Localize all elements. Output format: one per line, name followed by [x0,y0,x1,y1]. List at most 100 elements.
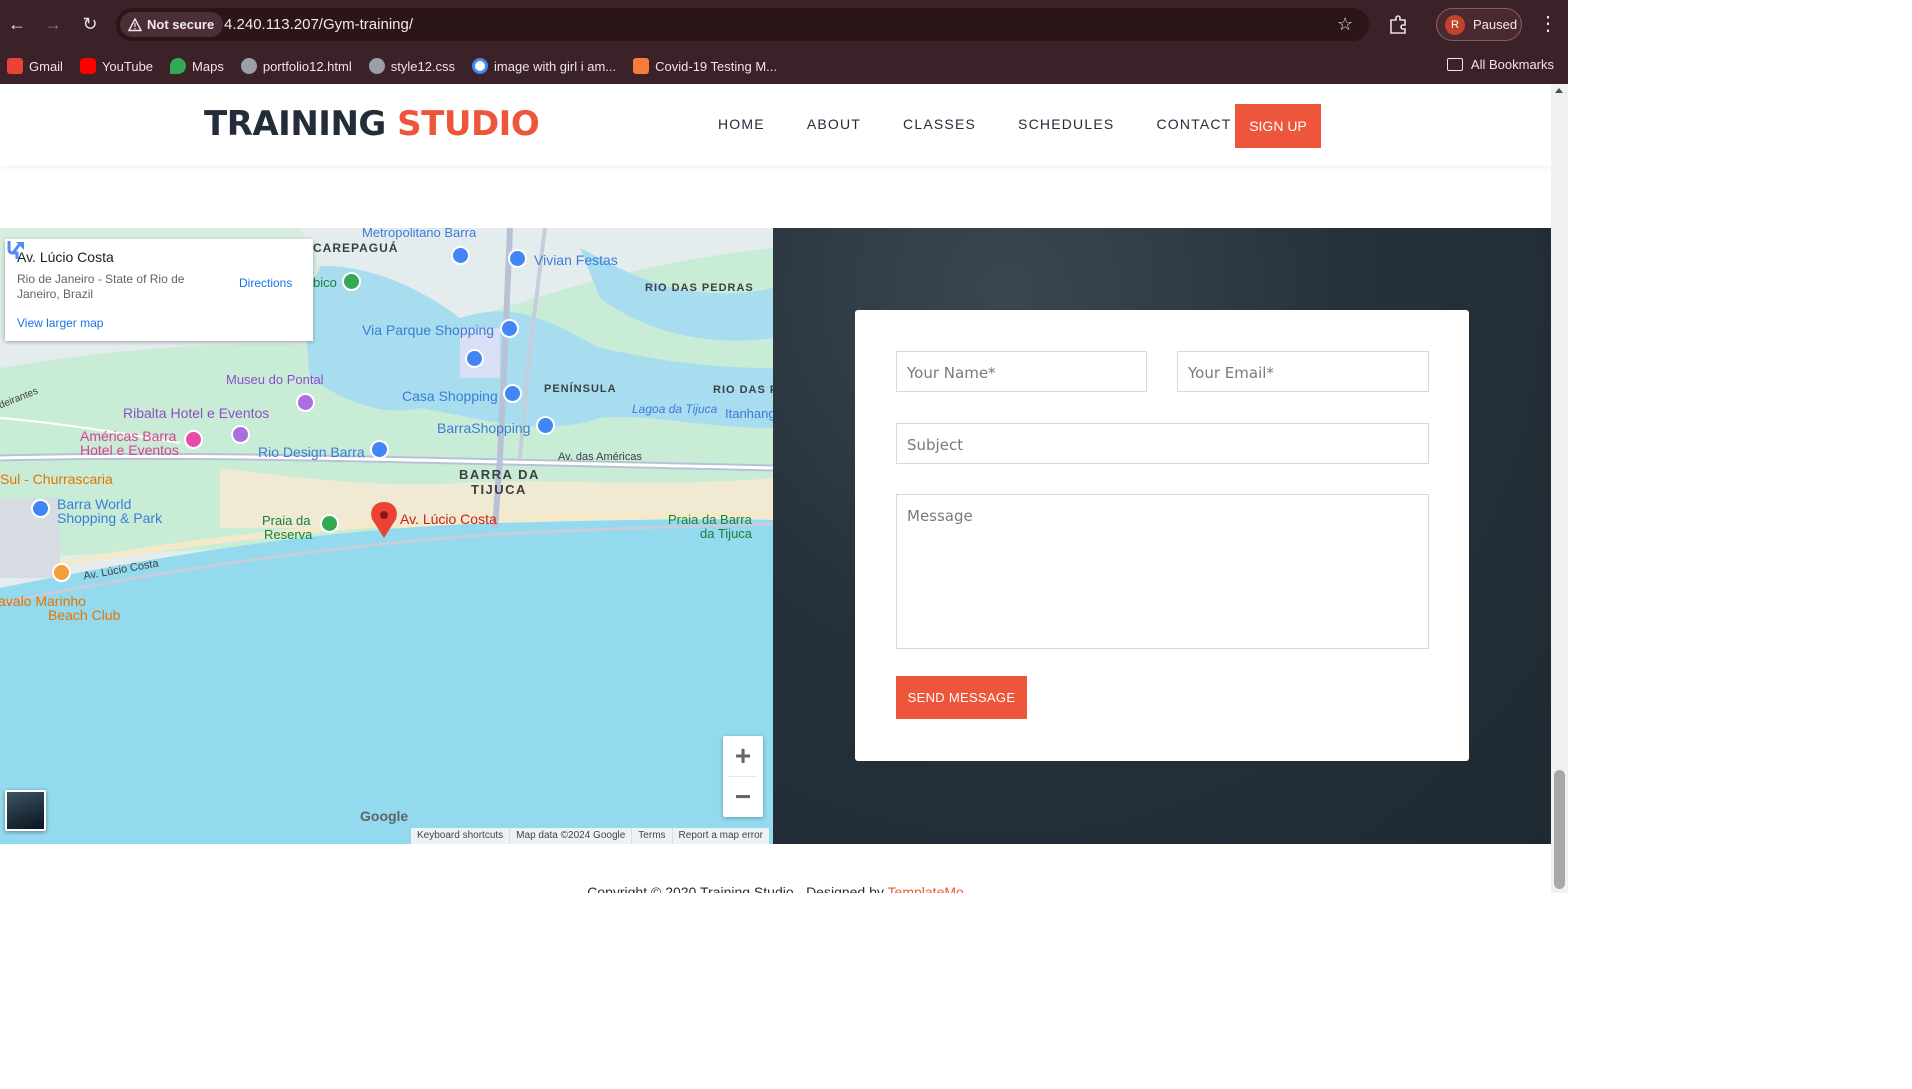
map-label-casa-shopping: Casa Shopping [402,388,498,404]
poi-shopping-icon[interactable] [451,246,470,265]
name-field[interactable]: Your Name* [896,351,1147,392]
terms-link[interactable]: Terms [631,828,671,844]
google-icon [472,58,489,74]
zoom-in-button[interactable]: + [723,736,763,776]
poi-hotel-icon[interactable] [184,430,203,449]
map-attribution: Keyboard shortcuts Map data ©2024 Google… [411,828,770,844]
security-label: Not secure [147,17,215,32]
map-label-praia-barra-1: Praia da Barra [668,512,752,527]
poi-venue-icon[interactable] [231,425,250,444]
page-scrollbar[interactable] [1551,84,1568,893]
poi-restaurant-icon[interactable] [52,563,71,582]
site-logo[interactable]: TRAINING STUDIO [204,104,540,144]
bookmark-style[interactable]: style12.css [368,58,456,74]
nav-about[interactable]: ABOUT [807,116,861,132]
maps-icon [170,58,187,74]
map-zoom-controls: + − [723,736,763,817]
bookmark-label: portfolio12.html [262,58,352,74]
map-label-praia-reserva-2: Reserva [264,527,313,542]
contact-form: Your Name* Your Email* Subject Message S… [855,310,1469,761]
poi-shopping-icon[interactable] [508,249,527,268]
poi-shopping-icon[interactable] [500,319,519,338]
site-header: TRAINING STUDIO HOME ABOUT CLASSES SCHED… [0,84,1551,166]
map-label-itanhang: Itanhang [725,406,773,421]
view-larger-map-link[interactable]: View larger map [17,316,103,330]
folder-icon [1446,58,1463,71]
directions-icon[interactable] [5,239,27,261]
copyright-text: Copyright © 2020 Training Studio - Desig… [587,884,884,893]
google-logo: Google [360,808,409,824]
nav-classes[interactable]: CLASSES [903,116,976,132]
map-label-bico: bico [313,275,337,290]
directions-link[interactable]: Directions [239,276,292,290]
url-text[interactable]: 4.240.113.207/Gym-training/ [224,8,413,41]
bookmark-youtube[interactable]: YouTube [79,58,154,74]
templatemo-link[interactable]: TemplateMo [888,884,964,893]
gmail-icon [7,58,23,74]
bookmark-maps[interactable]: Maps [170,58,224,74]
bookmark-star-icon[interactable]: ☆ [1337,15,1355,33]
bookmark-label: image with girl i am... [494,58,617,74]
browser-menu-icon[interactable]: ⋮ [1538,12,1558,36]
subject-field[interactable]: Subject [896,423,1429,464]
bookmark-portfolio[interactable]: portfolio12.html [240,58,352,74]
scroll-up-arrow-icon[interactable] [1555,88,1563,93]
email-field[interactable]: Your Email* [1177,351,1429,392]
bookmark-gmail[interactable]: Gmail [7,58,63,74]
bookmark-label: style12.css [390,58,456,74]
bookmark-label: YouTube [101,58,154,74]
main-nav: HOME ABOUT CLASSES SCHEDULES CONTACT [718,116,1231,132]
bookmark-label: Maps [192,58,224,74]
reload-icon[interactable]: ↻ [78,12,102,36]
report-error-link[interactable]: Report a map error [671,828,769,844]
logo-main: TRAINING [204,104,386,144]
map-label-barra-2: TIJUCA [471,482,527,497]
signup-button[interactable]: SIGN UP [1235,104,1321,148]
map-label-barra-1: BARRA DA [459,467,540,482]
send-message-button[interactable]: SEND MESSAGE [896,676,1027,719]
covid-icon [633,58,650,74]
avatar: R [1445,14,1465,35]
poi-beach-icon[interactable] [320,514,339,533]
nav-schedules[interactable]: SCHEDULES [1018,116,1114,132]
keyboard-shortcuts-link[interactable]: Keyboard shortcuts [411,828,509,844]
zoom-out-button[interactable]: − [723,777,763,817]
bookmark-image[interactable]: image with girl i am... [472,58,616,74]
map-label-metropolitano: Metropolitano Barra [362,228,477,240]
extensions-icon[interactable] [1387,13,1409,35]
scrollbar-thumb[interactable] [1554,770,1565,889]
map-data-label: Map data ©2024 Google [509,828,631,844]
poi-park-icon[interactable] [342,272,361,291]
satellite-layer-toggle[interactable] [5,790,46,831]
map-label-praia-barra-2: da Tijuca [700,526,753,541]
poi-airport-icon[interactable] [465,349,484,368]
map-label-pin-title: Av. Lúcio Costa [400,511,497,527]
browser-toolbar: ← → ↻ Not secure 4.240.113.207/Gym-train… [0,0,1568,48]
poi-shopping-icon[interactable] [31,499,50,518]
bookmark-covid[interactable]: Covid-19 Testing M... [633,58,777,74]
security-chip[interactable]: Not secure [120,12,224,37]
embedded-map[interactable]: Metropolitano Barra CAREPAGUÁ Vivian Fes… [0,228,773,844]
map-info-card: Av. Lúcio Costa Rio de Janeiro - State o… [5,239,313,341]
back-arrow-icon[interactable]: ← [5,12,29,36]
bookmark-label: Covid-19 Testing M... [655,58,778,74]
copyright-footer: Copyright © 2020 Training Studio - Desig… [0,884,1551,893]
all-bookmarks[interactable]: All Bookmarks [1446,57,1554,72]
poi-shopping-icon[interactable] [370,440,389,459]
map-label-rio-das-p: RIO DAS P [713,384,773,396]
profile-button[interactable]: R Paused [1436,8,1522,41]
map-label-lagoa: Lagoa da Tijuca [632,402,718,416]
map-label-ribalta: Ribalta Hotel e Eventos [123,405,270,421]
nav-contact[interactable]: CONTACT [1156,116,1231,132]
poi-shopping-icon[interactable] [536,416,555,435]
map-label-cavalo-2: Beach Club [48,607,121,623]
address-bar[interactable]: Not secure 4.240.113.207/Gym-training/ ☆ [116,8,1369,41]
message-field[interactable]: Message [896,494,1429,649]
map-label-americas-2: Hotel e Eventos [80,442,179,458]
poi-shopping-icon[interactable] [503,384,522,403]
forward-arrow-icon[interactable]: → [41,12,65,36]
warning-icon [128,17,142,31]
bookmark-label: Gmail [29,58,63,74]
poi-museum-icon[interactable] [296,393,315,412]
nav-home[interactable]: HOME [718,116,765,132]
